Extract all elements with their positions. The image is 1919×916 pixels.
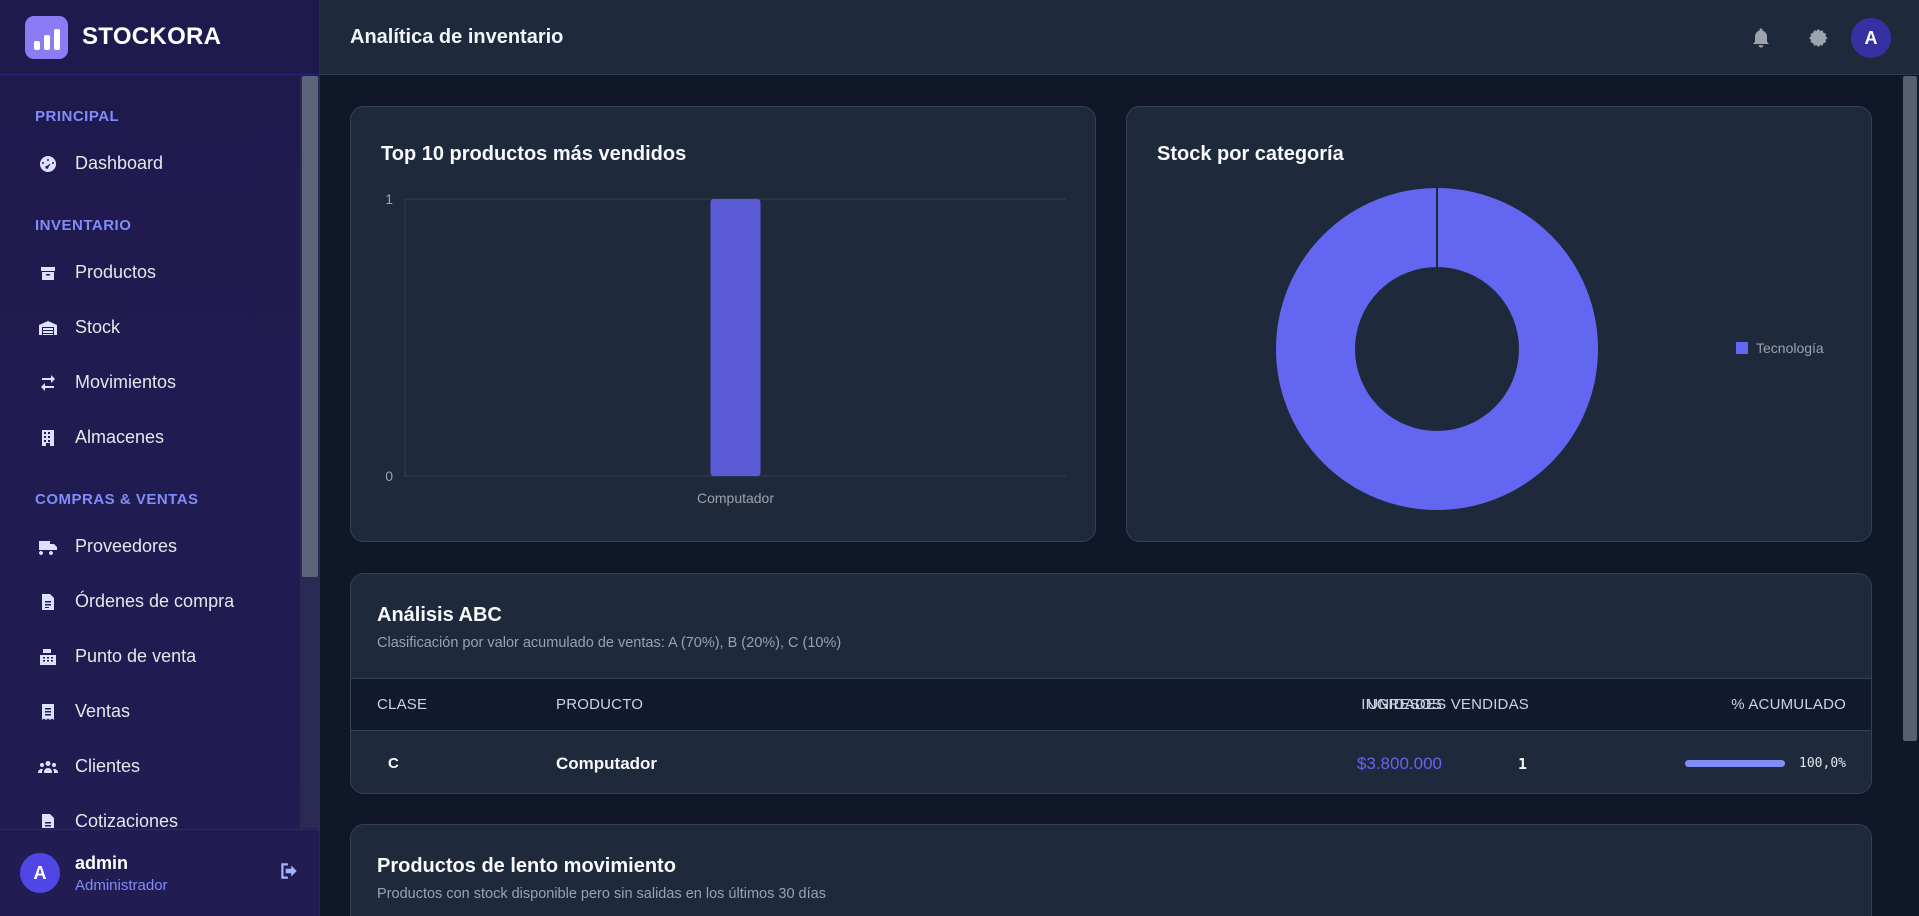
box-icon bbox=[37, 262, 59, 284]
sidebar-item-clientes[interactable]: Clientes bbox=[0, 739, 300, 794]
sidebar-scrollbar[interactable] bbox=[300, 76, 320, 828]
sidebar-item-stock[interactable]: Stock bbox=[0, 300, 300, 355]
cell-clase: C bbox=[388, 755, 399, 772]
brand[interactable]: STOCKORA bbox=[0, 0, 319, 75]
col-acumulado[interactable]: % ACUMULADO bbox=[1731, 679, 1846, 731]
bar-chart: 0 1 Computador bbox=[385, 191, 1066, 506]
table-row[interactable]: C Computador 1 $3.800.000 100,0% bbox=[351, 730, 1871, 793]
donut-chart: Tecnología bbox=[1276, 188, 1824, 510]
abc-subtitle: Clasificación por valor acumulado de ven… bbox=[377, 635, 842, 651]
cumulative-progress-fill bbox=[1685, 760, 1785, 767]
legend-swatch bbox=[1736, 342, 1748, 354]
x-tick-label: Computador bbox=[697, 490, 774, 506]
sidebar-item-punto-venta[interactable]: Punto de venta bbox=[0, 629, 300, 684]
arrows-exchange-icon bbox=[37, 372, 59, 394]
brand-name: STOCKORA bbox=[82, 23, 222, 50]
sidebar-nav: PRINCIPAL Dashboard INVENTARIO Productos… bbox=[0, 76, 300, 828]
user-role: Administrador bbox=[75, 876, 168, 894]
cell-unidades: 1 bbox=[1517, 755, 1527, 773]
main-scrollbar[interactable] bbox=[1901, 76, 1919, 916]
sidebar-item-cotizaciones[interactable]: Cotizaciones bbox=[0, 794, 300, 828]
building-icon bbox=[37, 427, 59, 449]
y-tick-label: 0 bbox=[385, 468, 393, 484]
topbar: Analítica de inventario A bbox=[320, 0, 1919, 75]
user-avatar[interactable]: A bbox=[1851, 18, 1891, 58]
bell-icon[interactable] bbox=[1739, 16, 1783, 60]
sidebar-item-label: Cotizaciones bbox=[75, 811, 179, 828]
sidebar-item-proveedores[interactable]: Proveedores bbox=[0, 519, 300, 574]
slow-subtitle: Productos con stock disponible pero sin … bbox=[377, 886, 826, 902]
slow-moving-card: Productos de lento movimiento Productos … bbox=[350, 824, 1872, 916]
sidebar-item-label: Dashboard bbox=[75, 153, 164, 173]
sidebar-item-movimientos[interactable]: Movimientos bbox=[0, 355, 300, 410]
sidebar: STOCKORA PRINCIPAL Dashboard INVENTARIO … bbox=[0, 0, 320, 916]
sidebar-item-ventas[interactable]: Ventas bbox=[0, 684, 300, 739]
sidebar-item-label: Stock bbox=[75, 317, 121, 337]
user-name: admin bbox=[75, 852, 129, 873]
truck-icon bbox=[37, 536, 59, 558]
sidebar-item-label: Ventas bbox=[75, 701, 131, 721]
top-products-card: Top 10 productos más vendidos 0 1 Computad… bbox=[350, 106, 1096, 542]
sidebar-item-label: Punto de venta bbox=[75, 646, 197, 666]
file-icon bbox=[37, 811, 59, 828]
avatar[interactable]: A bbox=[20, 853, 60, 893]
legend-label: Tecnología bbox=[1756, 340, 1824, 356]
sidebar-item-dashboard[interactable]: Dashboard bbox=[0, 136, 300, 191]
col-ingresos[interactable]: INGRESOS bbox=[1361, 679, 1442, 731]
main-scroll-thumb[interactable] bbox=[1903, 76, 1917, 741]
abc-analysis-card: Análisis ABC Clasificación por valor acu… bbox=[350, 573, 1872, 794]
sidebar-item-label: Almacenes bbox=[75, 427, 165, 447]
y-tick-label: 1 bbox=[385, 191, 393, 207]
sidebar-item-almacenes[interactable]: Almacenes bbox=[0, 410, 300, 465]
logout-icon[interactable] bbox=[278, 860, 302, 884]
cumulative-progress-bar bbox=[1685, 760, 1785, 767]
page-title: Analítica de inventario bbox=[350, 25, 564, 48]
section-inventario: INVENTARIO bbox=[35, 217, 132, 234]
sidebar-item-label: Clientes bbox=[75, 756, 141, 776]
col-clase[interactable]: CLASE bbox=[377, 679, 427, 731]
sidebar-item-ordenes-compra[interactable]: Órdenes de compra bbox=[0, 574, 300, 629]
users-icon bbox=[37, 756, 59, 778]
warehouse-icon bbox=[37, 317, 59, 339]
cash-register-icon bbox=[37, 646, 59, 668]
abc-title: Análisis ABC bbox=[377, 604, 502, 626]
slow-title: Productos de lento movimiento bbox=[377, 855, 676, 877]
user-panel: A admin Administrador bbox=[0, 829, 320, 916]
section-compras-ventas: COMPRAS & VENTAS bbox=[35, 491, 199, 508]
section-principal: PRINCIPAL bbox=[35, 108, 120, 125]
sidebar-item-productos[interactable]: Productos bbox=[0, 245, 300, 300]
cell-producto: Computador bbox=[556, 754, 658, 773]
sidebar-item-label: Productos bbox=[75, 262, 157, 282]
sidebar-scroll-thumb[interactable] bbox=[302, 76, 318, 577]
file-invoice-icon bbox=[37, 591, 59, 613]
cell-ingresos: $3.800.000 bbox=[1356, 754, 1442, 773]
logo-icon bbox=[25, 15, 68, 59]
col-producto[interactable]: PRODUCTO bbox=[556, 679, 643, 731]
abc-table-header: CLASE PRODUCTO UNIDADES VENDIDAS INGRESO… bbox=[351, 678, 1871, 730]
gear-icon[interactable] bbox=[1795, 16, 1839, 60]
bar bbox=[710, 199, 761, 476]
cell-acumulado: 100,0% bbox=[1799, 756, 1846, 771]
gauge-icon bbox=[37, 153, 59, 175]
sidebar-item-label: Movimientos bbox=[75, 372, 177, 392]
receipt-icon bbox=[37, 701, 59, 723]
stock-category-card: Stock por categoría Tecnología bbox=[1126, 106, 1872, 542]
sidebar-item-label: Proveedores bbox=[75, 536, 178, 556]
sidebar-item-label: Órdenes de compra bbox=[75, 591, 235, 611]
